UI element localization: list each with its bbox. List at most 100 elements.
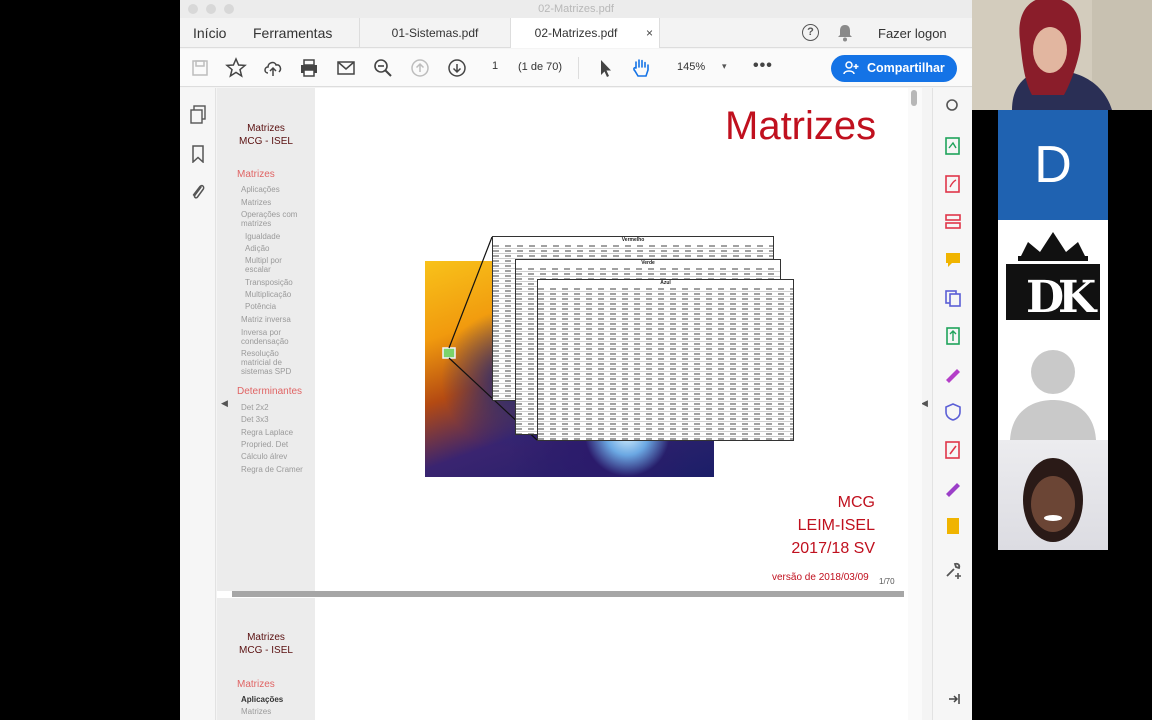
tab-label: 02-Matrizes.pdf [534, 26, 618, 40]
author-line-2: LEIM-ISEL [797, 517, 875, 534]
section-matrizes[interactable]: Matrizes [237, 679, 275, 690]
tab-label: 01-Sistemas.pdf [391, 26, 479, 40]
bookmark-icon[interactable] [191, 145, 205, 163]
toc-item[interactable]: Operações com [241, 210, 297, 219]
toc-item[interactable]: escalar [245, 265, 271, 274]
print-icon[interactable] [298, 57, 320, 79]
toc-item[interactable]: Potência [245, 302, 276, 311]
zoom-level[interactable]: 145% [677, 61, 705, 73]
organize-pages-icon[interactable] [943, 212, 963, 232]
slide-page-number: 1/70 [879, 577, 895, 586]
scrollbar-thumb[interactable] [911, 90, 917, 106]
toc-item[interactable]: Transposição [245, 278, 293, 287]
section-matrizes[interactable]: Matrizes [237, 169, 275, 180]
toc-item[interactable]: Inversa por [241, 328, 281, 337]
slide-side-subtitle: MCG - ISEL [239, 645, 293, 656]
comment-icon[interactable] [943, 250, 963, 270]
page-number-input[interactable]: 1 [484, 60, 506, 76]
vertical-scrollbar[interactable] [908, 88, 922, 720]
fill-sign-icon[interactable] [943, 364, 963, 384]
toc-item[interactable]: Propried. Det [241, 440, 288, 449]
minimize-window-button[interactable] [206, 4, 216, 14]
more-tools-wrench-icon[interactable] [943, 560, 963, 580]
share-label: Compartilhar [867, 61, 945, 75]
more-tools-icon[interactable]: ••• [753, 57, 773, 75]
toc-item[interactable]: Aplicações [241, 185, 280, 194]
table-title: Verde [641, 260, 655, 266]
participant-tile-logo[interactable]: D K [998, 220, 1108, 330]
table-values [538, 287, 793, 440]
hand-tool-icon[interactable] [630, 57, 652, 79]
create-pdf-icon[interactable] [943, 174, 963, 194]
section-determinantes[interactable]: Determinantes [237, 386, 302, 397]
toc-item[interactable]: Multipl por [245, 256, 282, 265]
toc-item[interactable]: Multiplicação [245, 290, 291, 299]
toc-item[interactable]: Det 3x3 [241, 415, 269, 424]
search-tools-icon[interactable] [945, 98, 961, 114]
zoom-dropdown-icon[interactable]: ▾ [722, 61, 727, 72]
protect-icon[interactable] [943, 402, 963, 422]
save-icon[interactable] [189, 57, 211, 79]
tab-01-sistemas[interactable]: 01-Sistemas.pdf [359, 18, 510, 48]
nav-home[interactable]: Início [193, 25, 226, 41]
toc-item[interactable]: Igualdade [245, 232, 280, 241]
fractal-matrix-figure: Vermelho Verde Azul [425, 235, 797, 480]
star-icon[interactable] [225, 57, 247, 79]
toc-item[interactable]: Det 2x2 [241, 403, 269, 412]
sign-in-link[interactable]: Fazer logon [878, 26, 947, 41]
share-button[interactable]: Compartilhar [831, 55, 957, 82]
left-tool-rail [180, 88, 216, 720]
help-icon[interactable]: ? [802, 24, 819, 41]
nav-tools[interactable]: Ferramentas [253, 25, 332, 41]
toc-item[interactable]: Regra de Cramer [241, 465, 303, 474]
collapse-right-panel-icon[interactable]: ◀ [921, 398, 928, 409]
dk-crown-logo: D K [1006, 232, 1100, 323]
toc-item[interactable]: matricial de [241, 358, 282, 367]
attachment-icon[interactable] [190, 182, 206, 202]
toc-item[interactable]: matrizes [241, 219, 271, 228]
toc-item[interactable]: sistemas SPD [241, 367, 291, 376]
compress-pdf-icon[interactable] [943, 326, 963, 346]
zoom-out-icon[interactable] [372, 57, 394, 79]
export-pdf-icon[interactable] [943, 136, 963, 156]
author-line-1: MCG [837, 494, 875, 511]
toc-item[interactable]: Adição [245, 244, 269, 253]
next-page-icon[interactable] [446, 57, 468, 79]
toc-item[interactable]: Cálculo álrev [241, 452, 287, 461]
slide-side-subtitle: MCG - ISEL [239, 136, 293, 147]
sign-icon[interactable] [943, 478, 963, 498]
toc-item[interactable]: Matrizes [241, 707, 271, 716]
mail-icon[interactable] [335, 57, 357, 79]
user-avatar-icon [1010, 350, 1096, 440]
window-title: 02-Matrizes.pdf [538, 3, 614, 15]
combine-files-icon[interactable] [943, 288, 963, 308]
toc-item[interactable]: condensação [241, 337, 289, 346]
select-cursor-icon[interactable] [594, 57, 616, 79]
edit-pdf-icon[interactable] [943, 440, 963, 460]
zoom-window-button[interactable] [224, 4, 234, 14]
participant-tile-initial[interactable]: D [998, 110, 1108, 220]
bell-icon[interactable] [837, 24, 853, 42]
version-date: versão de 2018/03/09 [772, 572, 869, 583]
toc-item-current[interactable]: Aplicações [241, 695, 283, 704]
toc-item[interactable]: Matrizes [241, 198, 271, 207]
previous-page-icon[interactable] [409, 57, 431, 79]
close-tab-icon[interactable]: × [646, 18, 653, 48]
participant-video[interactable] [998, 440, 1108, 550]
tab-02-matrizes[interactable]: 02-Matrizes.pdf × [510, 18, 660, 48]
participant-tile-placeholder[interactable] [998, 330, 1108, 440]
pages-thumbnails-icon[interactable] [189, 105, 207, 125]
toc-item[interactable]: Resolução [241, 349, 279, 358]
upload-cloud-icon[interactable] [262, 57, 284, 79]
send-for-review-icon[interactable] [943, 516, 963, 536]
close-window-button[interactable] [188, 4, 198, 14]
expand-panel-icon[interactable] [947, 692, 961, 706]
table-title: Azul [660, 280, 671, 286]
toc-item[interactable]: Matriz inversa [241, 315, 291, 324]
slide-side-title: Matrizes [247, 123, 285, 134]
document-view[interactable]: Matrizes MCG - ISEL Matrizes Aplicações … [217, 88, 913, 720]
toc-item[interactable]: Regra Laplace [241, 428, 293, 437]
collapse-left-panel-icon[interactable]: ◀ [221, 398, 228, 409]
matrix-table-blue: Azul [537, 279, 794, 441]
participant-tiles: D D K [998, 110, 1110, 552]
